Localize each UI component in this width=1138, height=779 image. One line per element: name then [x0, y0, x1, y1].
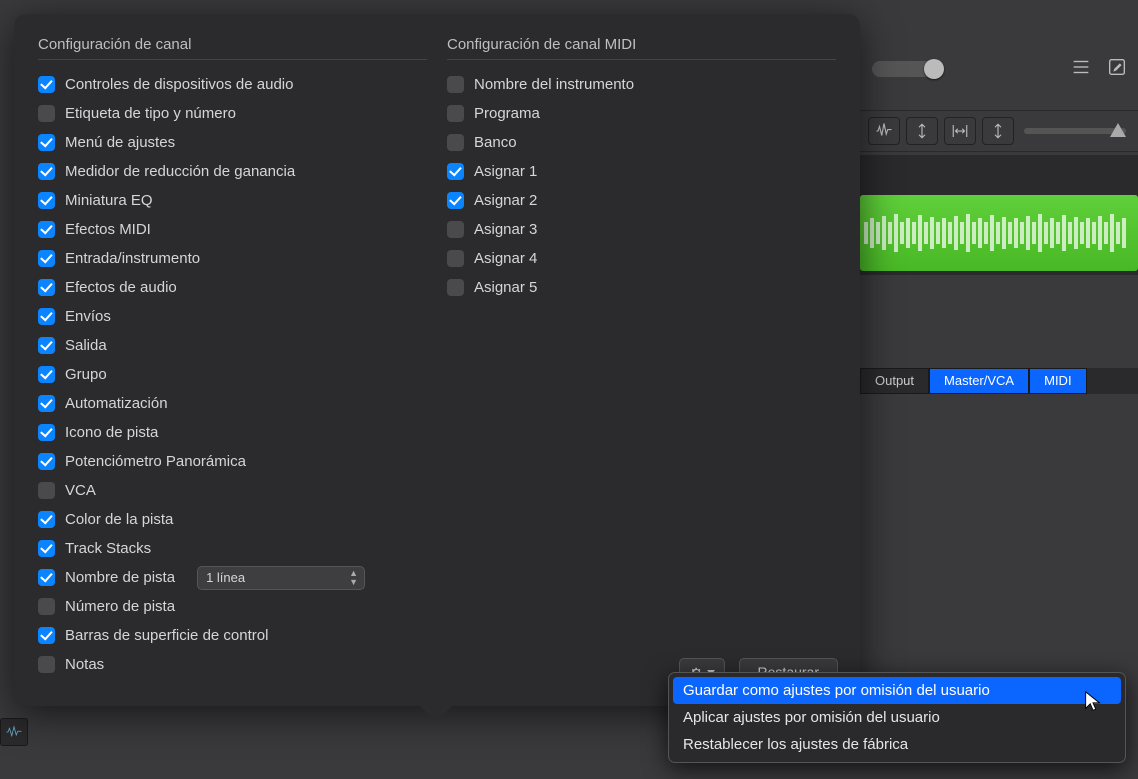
arrange-area: [860, 155, 1138, 275]
checkbox[interactable]: [38, 221, 55, 238]
checkbox[interactable]: [38, 192, 55, 209]
section-title-midi-channel: Configuración de canal MIDI: [447, 36, 836, 60]
checkbox[interactable]: [38, 656, 55, 673]
checkbox[interactable]: [38, 627, 55, 644]
checkbox[interactable]: [38, 540, 55, 557]
option-label: Asignar 2: [474, 192, 537, 209]
channel-strip-config-popover: Configuración de canal Controles de disp…: [14, 14, 860, 706]
option-label: Asignar 5: [474, 279, 537, 296]
option-label: Envíos: [65, 308, 111, 325]
option-label: Color de la pista: [65, 511, 173, 528]
option-label: Número de pista: [65, 598, 175, 615]
checkbox[interactable]: [447, 221, 464, 238]
checkbox[interactable]: [447, 105, 464, 122]
hfit-icon[interactable]: [944, 117, 976, 145]
menu-item[interactable]: Restablecer los ajustes de fábrica: [673, 731, 1121, 758]
checkbox[interactable]: [38, 250, 55, 267]
option-label: Controles de dispositivos de audio: [65, 76, 293, 93]
checkbox[interactable]: [38, 511, 55, 528]
option-label: Efectos MIDI: [65, 221, 151, 238]
checkbox[interactable]: [447, 163, 464, 180]
waveform-button[interactable]: [0, 718, 28, 746]
checkbox[interactable]: [38, 308, 55, 325]
gear-dropdown-menu: Guardar como ajustes por omisión del usu…: [668, 672, 1126, 763]
option-label: Automatización: [65, 395, 168, 412]
option-label: VCA: [65, 482, 96, 499]
checkbox[interactable]: [38, 163, 55, 180]
option-label: Banco: [474, 134, 517, 151]
checkbox[interactable]: [447, 134, 464, 151]
option-label: Salida: [65, 337, 107, 354]
vzoom-icon[interactable]: [906, 117, 938, 145]
option-label: Programa: [474, 105, 540, 122]
vfit-icon[interactable]: [982, 117, 1014, 145]
checkbox[interactable]: [447, 279, 464, 296]
option-label: Miniatura EQ: [65, 192, 153, 209]
option-label: Potenciómetro Panorámica: [65, 453, 246, 470]
checkbox[interactable]: [38, 453, 55, 470]
option-label: Nombre de pista: [65, 569, 175, 586]
checkbox[interactable]: [447, 76, 464, 93]
option-label: Asignar 1: [474, 163, 537, 180]
option-label: Entrada/instrumento: [65, 250, 200, 267]
option-label: Etiqueta de tipo y número: [65, 105, 236, 122]
checkbox[interactable]: [38, 598, 55, 615]
tab-midi[interactable]: MIDI: [1029, 368, 1086, 394]
checkbox[interactable]: [38, 105, 55, 122]
option-label: Asignar 4: [474, 250, 537, 267]
option-label: Medidor de reducción de ganancia: [65, 163, 295, 180]
checkbox[interactable]: [38, 337, 55, 354]
list-icon[interactable]: [1070, 56, 1092, 83]
midi-region[interactable]: [860, 195, 1138, 271]
checkbox[interactable]: [447, 250, 464, 267]
checkbox[interactable]: [447, 192, 464, 209]
option-label: Notas: [65, 656, 104, 673]
checkbox[interactable]: [38, 134, 55, 151]
tab-output[interactable]: Output: [860, 368, 929, 394]
option-label: Grupo: [65, 366, 107, 383]
checkbox[interactable]: [38, 424, 55, 441]
edit-icon[interactable]: [1106, 56, 1128, 83]
option-label: Barras de superficie de control: [65, 627, 268, 644]
checkbox[interactable]: [38, 482, 55, 499]
checkbox[interactable]: [38, 569, 55, 586]
waveform-icon[interactable]: [868, 117, 900, 145]
checkbox[interactable]: [38, 366, 55, 383]
checkbox[interactable]: [38, 395, 55, 412]
lines-select[interactable]: 1 línea▲▼: [197, 566, 365, 590]
option-label: Asignar 3: [474, 221, 537, 238]
zoom-slider[interactable]: [872, 61, 942, 77]
menu-item[interactable]: Aplicar ajustes por omisión del usuario: [673, 704, 1121, 731]
tab-master-vca[interactable]: Master/VCA: [929, 368, 1029, 394]
cursor-icon: [1082, 690, 1104, 717]
option-label: Menú de ajustes: [65, 134, 175, 151]
section-title-channel: Configuración de canal: [38, 36, 427, 60]
checkbox[interactable]: [38, 279, 55, 296]
option-label: Icono de pista: [65, 424, 158, 441]
option-label: Nombre del instrumento: [474, 76, 634, 93]
menu-item[interactable]: Guardar como ajustes por omisión del usu…: [673, 677, 1121, 704]
checkbox[interactable]: [38, 76, 55, 93]
waveform-zoom-slider[interactable]: [1024, 128, 1126, 134]
option-label: Efectos de audio: [65, 279, 177, 296]
option-label: Track Stacks: [65, 540, 151, 557]
